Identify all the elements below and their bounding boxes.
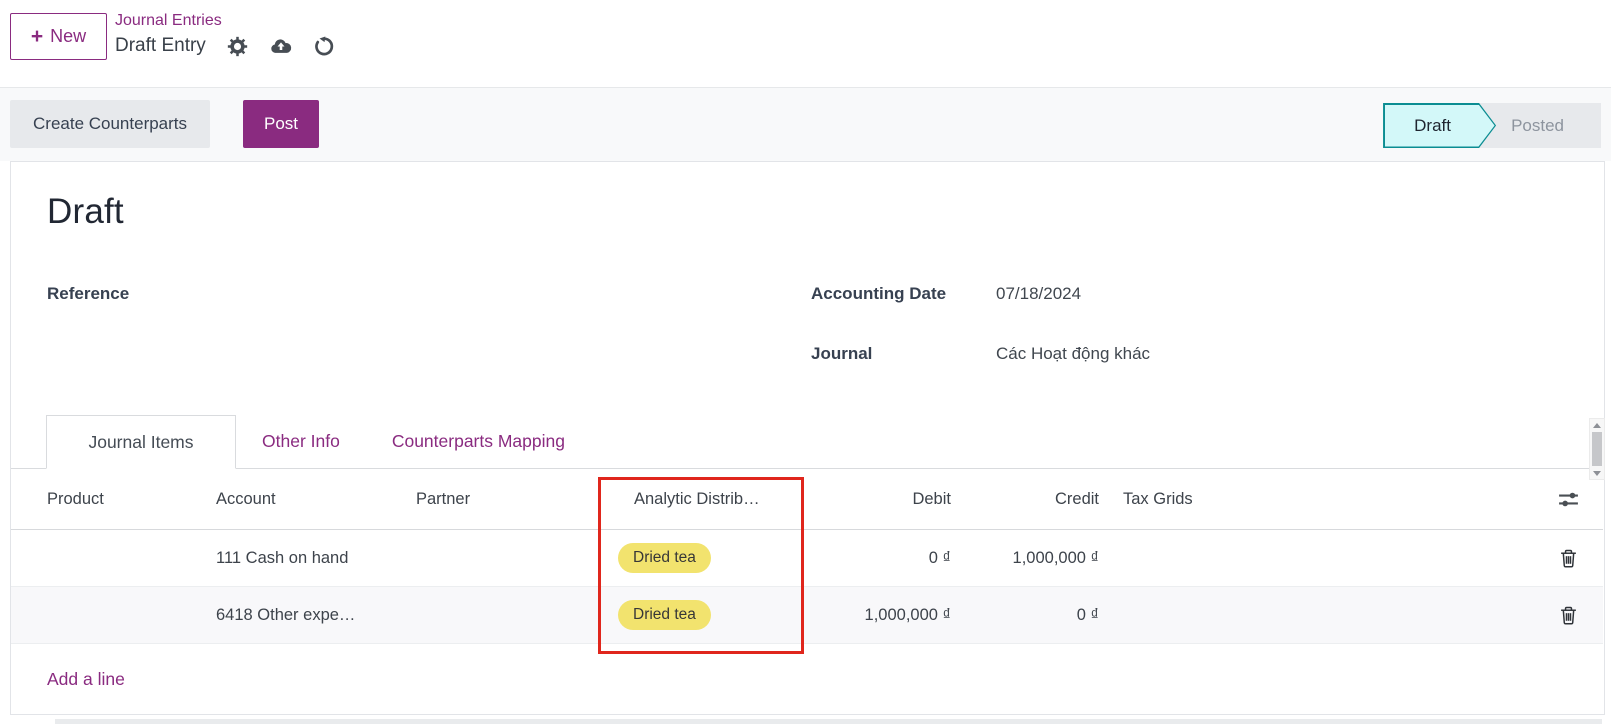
status-draft[interactable]: Draft (1383, 103, 1496, 148)
debit-cell[interactable]: 0 ₫ (929, 530, 951, 586)
action-bar: Create Counterparts Post Draft Posted (0, 88, 1611, 161)
column-header-product: Product (47, 489, 104, 508)
cloud-upload-icon[interactable] (270, 35, 292, 57)
delete-row-icon[interactable] (1545, 530, 1591, 586)
breadcrumb: Journal Entries Draft Entry (115, 10, 335, 57)
tab-other-info[interactable]: Other Info (236, 415, 366, 468)
scrollbar-thumb[interactable] (1592, 432, 1602, 466)
journal-label: Journal (811, 344, 873, 363)
optional-columns-icon[interactable] (1545, 469, 1591, 529)
top-bar: + New Journal Entries Draft Entry (0, 0, 1611, 88)
plus-icon: + (30, 25, 44, 48)
status-bar: Draft Posted (1383, 103, 1601, 148)
analytic-tag[interactable]: Dried tea (618, 543, 711, 573)
breadcrumb-current: Draft Entry (115, 35, 206, 56)
gear-icon[interactable] (227, 35, 249, 57)
reference-label: Reference (47, 284, 130, 303)
undo-icon[interactable] (313, 35, 335, 57)
table-row[interactable]: 6418 Other expe… Dried tea 1,000,000 ₫ 0… (11, 587, 1603, 644)
column-header-debit: Debit (912, 489, 951, 508)
delete-row-icon[interactable] (1545, 587, 1591, 643)
accounting-date-value[interactable]: 07/18/2024 (996, 284, 1081, 304)
status-draft-label: Draft (1385, 105, 1495, 147)
accounting-date-label: Accounting Date (811, 284, 947, 303)
new-button-label: New (50, 26, 87, 46)
status-posted[interactable]: Posted (1496, 103, 1601, 148)
vertical-scrollbar[interactable] (1589, 418, 1605, 480)
credit-cell[interactable]: 1,000,000 ₫ (1013, 530, 1099, 586)
analytic-distribution-cell[interactable]: Dried tea (618, 587, 711, 643)
scroll-down-arrow-icon[interactable] (1590, 467, 1604, 479)
debit-cell[interactable]: 1,000,000 ₫ (865, 587, 951, 643)
tab-counterparts-mapping[interactable]: Counterparts Mapping (366, 415, 591, 468)
create-counterparts-button[interactable]: Create Counterparts (10, 100, 211, 148)
add-a-line-link[interactable]: Add a line (47, 669, 125, 690)
column-header-tax-grids: Tax Grids (1123, 489, 1193, 508)
journal-value[interactable]: Các Hoạt động khác (996, 344, 1150, 364)
notebook-tabs: Journal Items Other Info Counterparts Ma… (11, 415, 1604, 469)
new-button[interactable]: + New (10, 13, 107, 60)
scroll-up-arrow-icon[interactable] (1590, 419, 1604, 431)
tab-journal-items[interactable]: Journal Items (46, 415, 236, 469)
credit-cell[interactable]: 0 ₫ (1077, 587, 1099, 643)
form-sheet: Draft Reference Accounting Date 07/18/20… (10, 161, 1605, 715)
analytic-distribution-cell[interactable]: Dried tea (618, 530, 711, 586)
bottom-divider (55, 719, 1602, 724)
entry-title: Draft (47, 192, 124, 231)
post-button[interactable]: Post (243, 100, 320, 148)
column-header-credit: Credit (1054, 489, 1099, 508)
account-cell[interactable]: 6418 Other expe… (216, 587, 355, 643)
column-header-partner: Partner (416, 489, 471, 508)
column-header-analytic-distribution: Analytic Distrib… (634, 489, 760, 508)
table-header-row: Product Account Partner Analytic Distrib… (11, 469, 1603, 530)
journal-entry-page: { "header": { "new_label": "New", "bread… (0, 0, 1611, 724)
account-cell[interactable]: 111 Cash on hand (216, 530, 348, 586)
analytic-tag[interactable]: Dried tea (618, 600, 711, 630)
column-header-account: Account (216, 489, 276, 508)
add-line-row: Add a line (11, 644, 1603, 714)
table-row[interactable]: 111 Cash on hand Dried tea 0 ₫ 1,000,000… (11, 530, 1603, 587)
breadcrumb-parent-link[interactable]: Journal Entries (115, 10, 335, 32)
